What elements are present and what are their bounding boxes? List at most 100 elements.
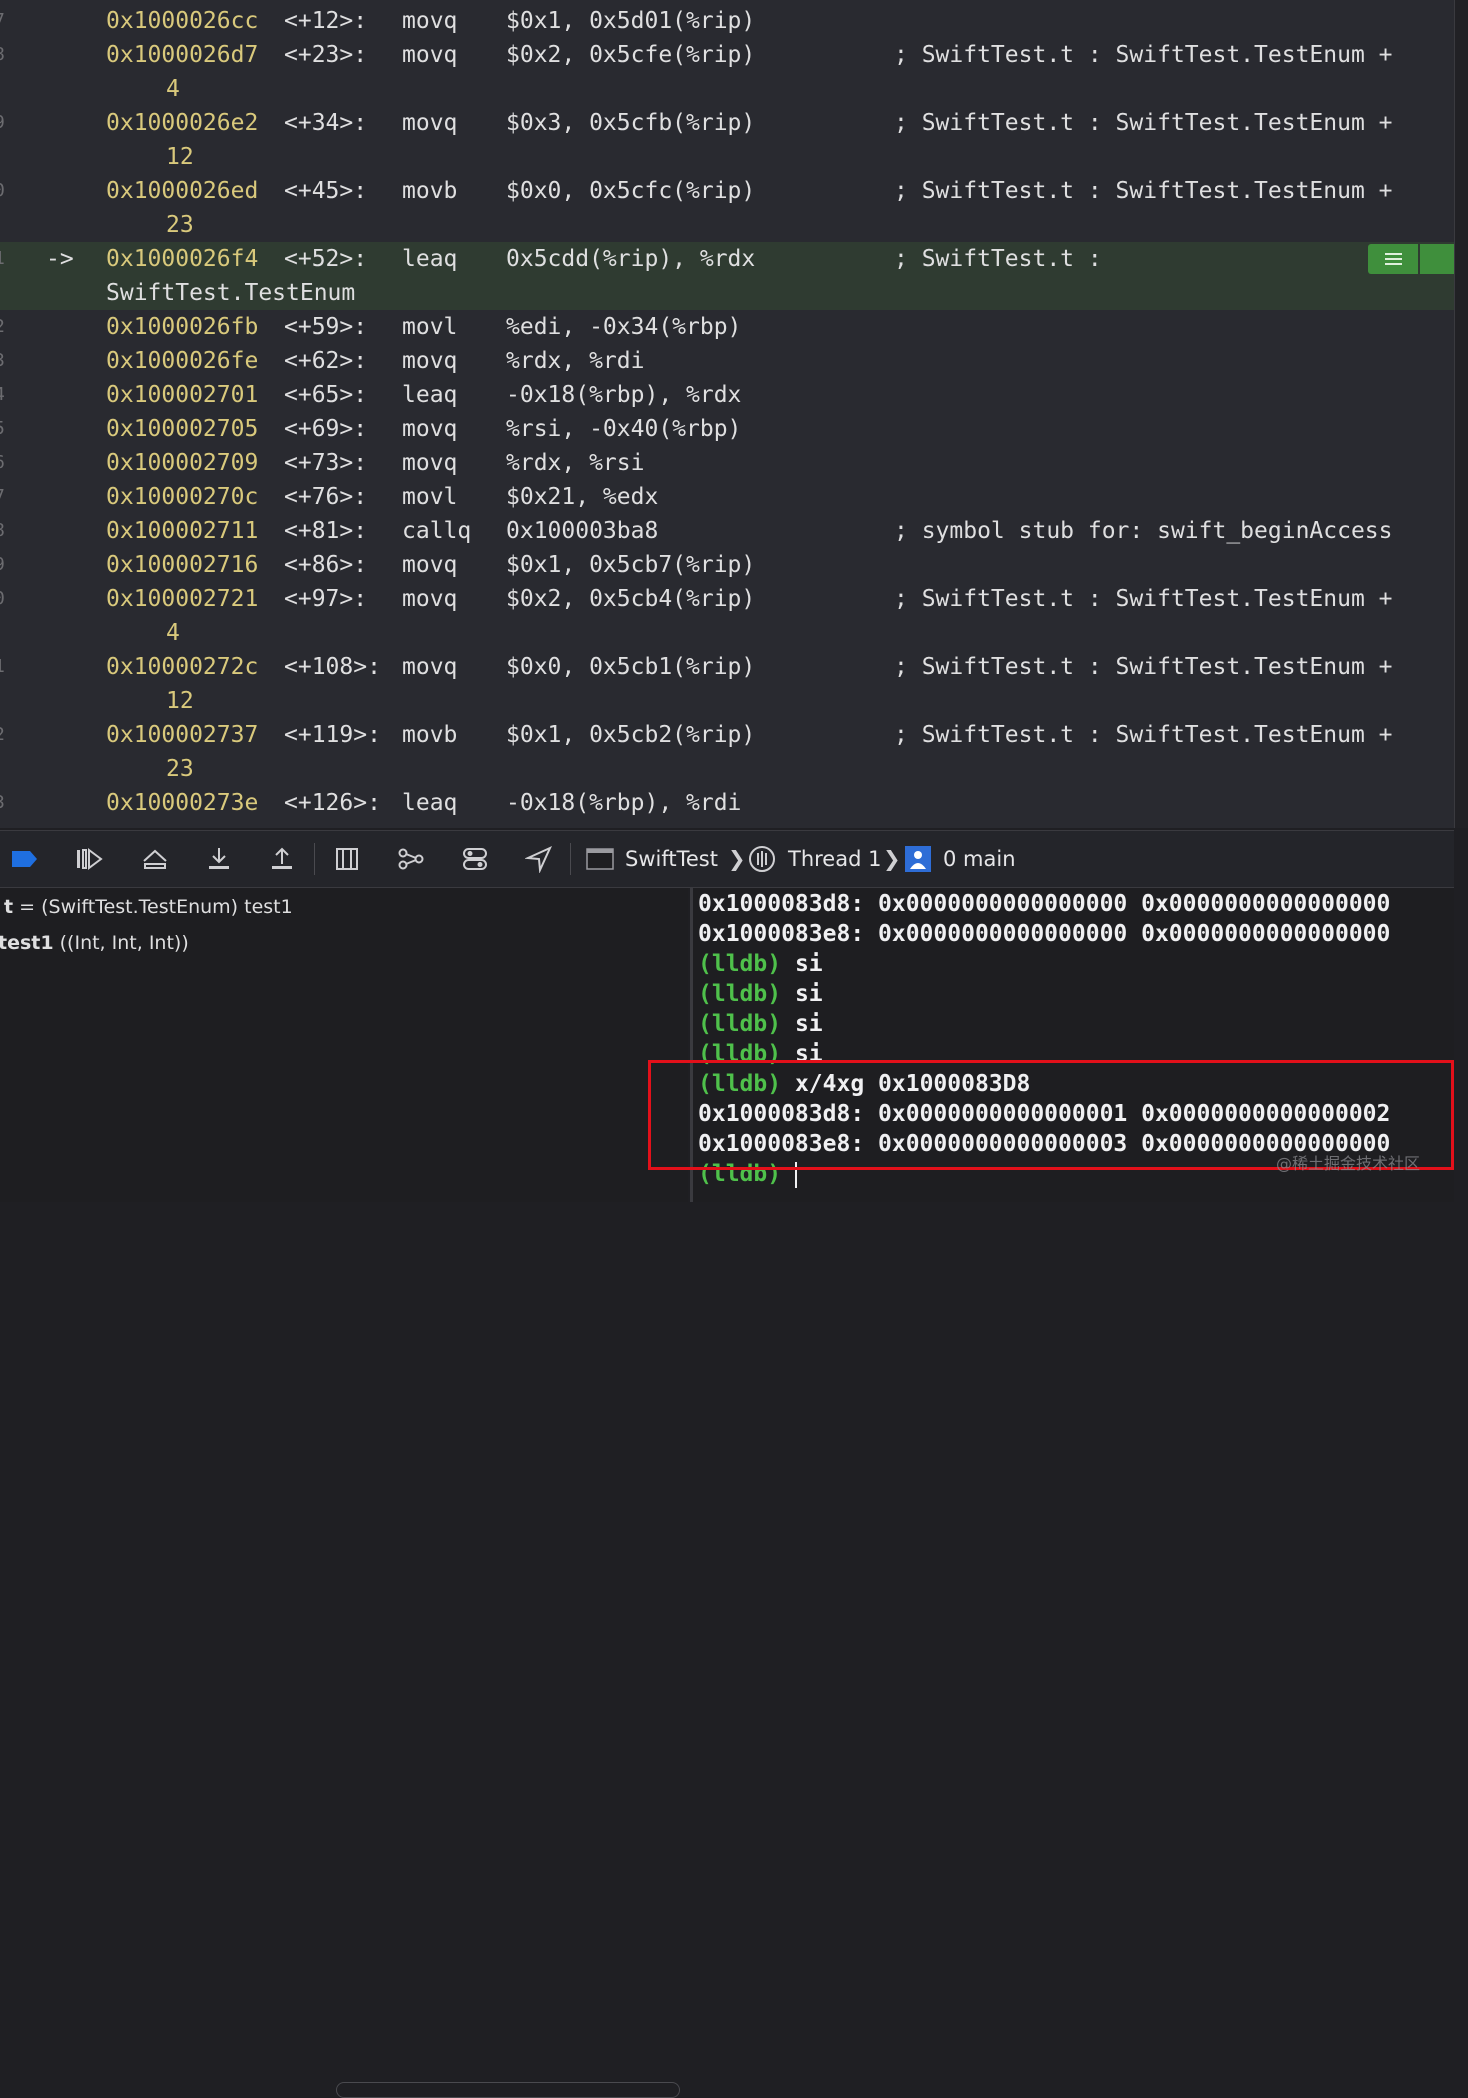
line-number: 8 (0, 514, 5, 548)
comment-continuation: 12 (166, 144, 194, 170)
mnemonic: leaq (402, 382, 458, 408)
variables-filter-field[interactable] (336, 2082, 680, 2098)
lldb-prompt: (lldb) (698, 951, 782, 977)
variable-row[interactable]: test1 ((Int, Int, Int)) (0, 928, 189, 958)
offset: <+73>: (284, 450, 368, 476)
offset: <+86>: (284, 552, 368, 578)
line-number: 2 (0, 718, 5, 752)
mnemonic: movl (402, 314, 458, 340)
console-line: (lldb) si (698, 1009, 823, 1039)
line-number: 3 (0, 786, 5, 820)
address: 0x1000026f4 (106, 246, 259, 272)
mnemonic: movq (402, 654, 458, 680)
step-out-icon[interactable] (268, 845, 296, 873)
console-line: (lldb) si (698, 979, 823, 1009)
chevron-right-icon: ❯ (728, 847, 746, 871)
address: 0x1000026e2 (106, 110, 259, 136)
variable-row[interactable]: t = (SwiftTest.TestEnum) test1 (4, 892, 293, 922)
line-number: 7 (0, 4, 5, 38)
operands: $0x1, 0x5cb2(%rip) (506, 722, 756, 748)
address: 0x100002709 (106, 450, 259, 476)
breadcrumb-target[interactable]: SwiftTest (625, 845, 718, 873)
comment-continuation: 12 (166, 688, 194, 714)
mnemonic: movq (402, 42, 458, 68)
offset: <+52>: (284, 246, 368, 272)
comment: ; symbol stub for: swift_beginAccess (894, 518, 1393, 544)
line-number: 5 (0, 412, 5, 446)
operands: %rsi, -0x40(%rbp) (506, 416, 742, 442)
comment-continuation: 23 (166, 212, 194, 238)
watermark: @稀土掘金技术社区 (1276, 1154, 1421, 1173)
console-line: 0x1000083e8: 0x0000000000000000 0x000000… (698, 919, 1390, 949)
stack-frame-icon (905, 846, 931, 872)
mnemonic: movb (402, 178, 458, 204)
lldb-prompt: (lldb) (698, 981, 782, 1007)
program-counter-badge-tail[interactable] (1420, 244, 1454, 274)
mnemonic: movq (402, 348, 458, 374)
view-hierarchy-icon[interactable] (333, 845, 361, 873)
offset: <+69>: (284, 416, 368, 442)
continue-icon[interactable] (75, 845, 103, 873)
environment-overrides-icon[interactable] (461, 845, 489, 873)
comment: ; SwiftTest.t : SwiftTest.TestEnum + (894, 722, 1393, 748)
mnemonic: movq (402, 450, 458, 476)
step-into-icon[interactable] (205, 845, 233, 873)
mnemonic: movb (402, 722, 458, 748)
address: 0x10000272c (106, 654, 259, 680)
toolbar-separator (314, 843, 315, 875)
memory-graph-icon[interactable] (397, 845, 425, 873)
mnemonic: movq (402, 586, 458, 612)
comment: ; SwiftTest.t : SwiftTest.TestEnum + (894, 42, 1393, 68)
comment: ; SwiftTest.t : SwiftTest.TestEnum + (894, 586, 1393, 612)
breakpoints-toggle-icon[interactable] (10, 845, 38, 873)
comment: ; SwiftTest.t : SwiftTest.TestEnum + (894, 110, 1393, 136)
operands: $0x2, 0x5cb4(%rip) (506, 586, 756, 612)
offset: <+76>: (284, 484, 368, 510)
target-app-icon (586, 848, 614, 870)
address: 0x10000270c (106, 484, 259, 510)
operands: %edi, -0x34(%rbp) (506, 314, 742, 340)
variable-name: test1 (0, 932, 54, 954)
simulate-location-icon[interactable] (525, 845, 553, 873)
comment: ; SwiftTest.t : SwiftTest.TestEnum + (894, 654, 1393, 680)
operands: $0x0, 0x5cfc(%rip) (506, 178, 756, 204)
breadcrumb-thread[interactable]: Thread 1 (788, 845, 881, 873)
line-number: 1 (0, 242, 5, 276)
comment-continuation: SwiftTest.TestEnum (106, 280, 356, 306)
offset: <+126>: (284, 790, 381, 816)
offset: <+108>: (284, 654, 381, 680)
breadcrumb-frame[interactable]: 0 main (943, 845, 1016, 873)
step-over-icon[interactable] (141, 845, 169, 873)
mnemonic: movq (402, 8, 458, 34)
lldb-command: si (781, 951, 823, 977)
address: 0x1000026ed (106, 178, 259, 204)
offset: <+59>: (284, 314, 368, 340)
address: 0x100002711 (106, 518, 259, 544)
line-number: 8 (0, 38, 5, 72)
mnemonic: movq (402, 110, 458, 136)
variable-value: = (SwiftTest.TestEnum) test1 (19, 896, 293, 918)
line-number: 3 (0, 344, 5, 378)
mnemonic: movl (402, 484, 458, 510)
address: 0x1000026fe (106, 348, 259, 374)
disassembly-scrollbar[interactable] (1454, 0, 1468, 828)
address: 0x1000026cc (106, 8, 259, 34)
line-number: 0 (0, 174, 5, 208)
address: 0x100002716 (106, 552, 259, 578)
memory-dump-line: 0x1000083e8: 0x0000000000000000 0x000000… (698, 921, 1391, 947)
address: 0x100002737 (106, 722, 259, 748)
operands: $0x3, 0x5cfb(%rip) (506, 110, 756, 136)
operands: -0x18(%rbp), %rdx (506, 382, 742, 408)
address: 0x1000026d7 (106, 42, 259, 68)
operands: $0x1, 0x5cb7(%rip) (506, 552, 756, 578)
operands: $0x0, 0x5cb1(%rip) (506, 654, 756, 680)
operands: %rdx, %rsi (506, 450, 645, 476)
mnemonic: leaq (402, 246, 458, 272)
thread-icon (749, 846, 775, 872)
memory-dump-line: 0x1000083d8: 0x0000000000000000 0x000000… (698, 891, 1391, 917)
lldb-command: si (781, 981, 823, 1007)
address: 0x10000273e (106, 790, 259, 816)
comment: ; SwiftTest.t : SwiftTest.TestEnum + (894, 178, 1393, 204)
program-counter-badge[interactable] (1368, 244, 1418, 274)
operands: 0x5cdd(%rip), %rdx (506, 246, 756, 272)
